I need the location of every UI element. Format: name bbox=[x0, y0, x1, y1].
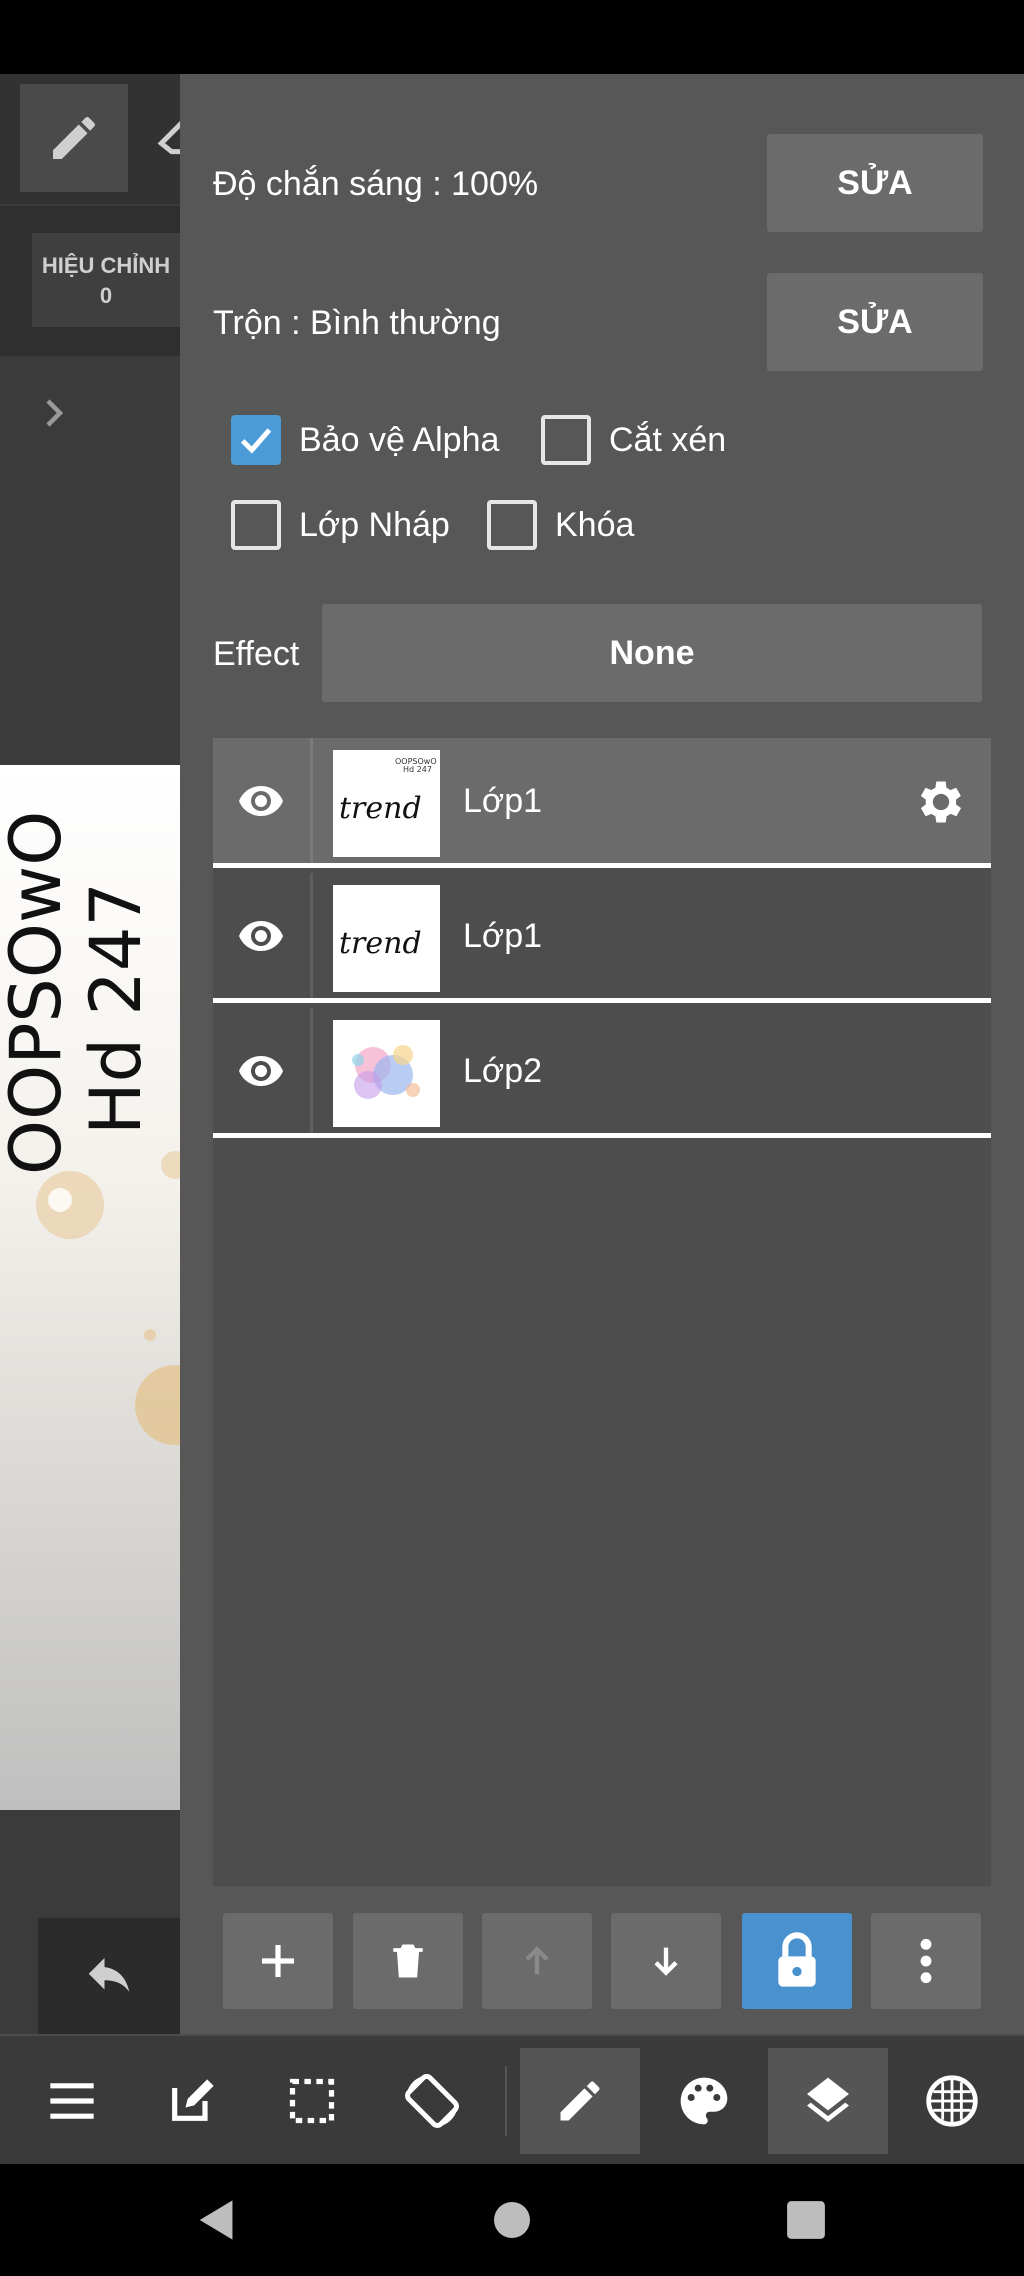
recents-icon bbox=[787, 2201, 825, 2239]
lock-icon bbox=[778, 1932, 816, 1987]
home-icon bbox=[494, 2202, 530, 2238]
gear-icon[interactable] bbox=[913, 774, 969, 835]
layer-thumbnail bbox=[333, 1020, 440, 1127]
trash-icon bbox=[393, 1944, 423, 1978]
svg-text:Hd 247: Hd 247 bbox=[75, 882, 157, 1135]
layer-row[interactable]: OOPSOwO Hd 247 trend Lớp1 bbox=[213, 738, 991, 868]
layer-row[interactable]: Lớp2 bbox=[213, 1008, 991, 1138]
layer-name: Lớp1 bbox=[463, 782, 543, 820]
canvas-preview: OOPSOwO Hd 247 bbox=[0, 765, 180, 1810]
layers-icon bbox=[807, 2077, 849, 2122]
more-options-button[interactable] bbox=[871, 1913, 981, 2009]
checkbox-unchecked[interactable] bbox=[541, 415, 591, 465]
visibility-eye-icon[interactable] bbox=[237, 780, 285, 825]
status-bar bbox=[0, 0, 1024, 74]
bottom-toolbar bbox=[0, 2034, 1024, 2164]
move-layer-up-button[interactable] bbox=[482, 1913, 592, 2009]
check-icon bbox=[240, 428, 272, 454]
row-divider bbox=[310, 873, 313, 998]
layer-thumbnail: trend bbox=[333, 885, 440, 992]
add-icon bbox=[262, 1945, 294, 1977]
adjust-label: HIỆU CHỈNH bbox=[41, 253, 171, 278]
delete-layer-button[interactable] bbox=[353, 1913, 463, 2009]
adjust-button[interactable]: HIỆU CHỈNH 0 bbox=[32, 233, 180, 327]
checkbox-lock[interactable]: Khóa bbox=[487, 500, 634, 550]
checkbox-clipping[interactable]: Cắt xén bbox=[541, 415, 726, 465]
undo-icon bbox=[88, 1958, 130, 1992]
more-icon bbox=[920, 1938, 932, 1984]
pen-tool-button[interactable] bbox=[20, 84, 128, 192]
pencil-icon bbox=[53, 116, 96, 159]
checkbox-draft-layer[interactable]: Lớp Nháp bbox=[231, 500, 450, 550]
lock-layer-button[interactable] bbox=[742, 1913, 852, 2009]
layer-name: Lớp2 bbox=[463, 1052, 543, 1090]
checkbox-label: Khóa bbox=[555, 505, 635, 544]
svg-text:OOPSOwO: OOPSOwO bbox=[0, 811, 77, 1175]
effect-select-button[interactable]: None bbox=[322, 604, 982, 702]
palette-icon bbox=[680, 2077, 728, 2125]
checkbox-alpha-protect[interactable]: Bảo vệ Alpha bbox=[231, 415, 499, 465]
menu-button[interactable] bbox=[12, 2048, 132, 2154]
brush-icon bbox=[560, 2081, 600, 2121]
rotate-button[interactable] bbox=[372, 2048, 492, 2154]
layers-button[interactable] bbox=[768, 2048, 888, 2154]
move-up-icon bbox=[525, 1946, 549, 1975]
checkbox-unchecked[interactable] bbox=[487, 500, 537, 550]
blend-mode-label: Trộn : Bình thường bbox=[213, 304, 501, 342]
checkbox-unchecked[interactable] bbox=[231, 500, 281, 550]
adjust-value: 0 bbox=[99, 283, 113, 308]
toolbar-separator bbox=[505, 2066, 507, 2136]
home-button[interactable] bbox=[442, 2164, 582, 2276]
expand-icon[interactable] bbox=[36, 392, 72, 439]
selection-button[interactable] bbox=[252, 2048, 372, 2154]
grid-button[interactable] bbox=[892, 2048, 1012, 2154]
system-nav-bar bbox=[0, 2164, 1024, 2276]
svg-text:trend: trend bbox=[339, 926, 422, 961]
move-layer-down-button[interactable] bbox=[611, 1913, 721, 2009]
layer-row[interactable]: trend Lớp1 bbox=[213, 873, 991, 1003]
recents-button[interactable] bbox=[736, 2164, 876, 2276]
visibility-eye-icon[interactable] bbox=[237, 1050, 285, 1095]
eraser-icon bbox=[157, 121, 180, 155]
selection-icon bbox=[289, 2078, 335, 2124]
move-down-icon bbox=[654, 1947, 678, 1976]
checkbox-label: Bảo vệ Alpha bbox=[299, 420, 500, 459]
canvas-text: OOPSOwO Hd 247 bbox=[0, 811, 157, 1175]
layer-thumbnail: OOPSOwO Hd 247 trend bbox=[333, 750, 440, 857]
visibility-eye-icon[interactable] bbox=[237, 915, 285, 960]
opacity-label: Độ chắn sáng : 100% bbox=[213, 165, 539, 203]
row-divider bbox=[310, 1008, 313, 1133]
undo-button[interactable] bbox=[38, 1918, 180, 2034]
layer-list: OOPSOwO Hd 247 trend Lớp1 trend Lớp1 Lớp… bbox=[213, 738, 991, 1886]
brush-button[interactable] bbox=[520, 2048, 640, 2154]
svg-text:trend: trend bbox=[339, 791, 422, 826]
svg-text:Hd 247: Hd 247 bbox=[403, 765, 432, 774]
eraser-tool-button[interactable] bbox=[150, 110, 180, 160]
layer-name: Lớp1 bbox=[463, 917, 543, 955]
add-layer-button[interactable] bbox=[223, 1913, 333, 2009]
back-button[interactable] bbox=[145, 2164, 285, 2276]
back-icon bbox=[199, 2200, 233, 2240]
grid-icon bbox=[926, 2075, 978, 2127]
checkbox-label: Cắt xén bbox=[609, 420, 727, 459]
row-divider bbox=[310, 738, 313, 863]
opacity-edit-button[interactable]: SỬA bbox=[767, 134, 983, 232]
checkbox-checked[interactable] bbox=[231, 415, 281, 465]
blend-edit-button[interactable]: SỬA bbox=[767, 273, 983, 371]
edit-button[interactable] bbox=[132, 2048, 252, 2154]
palette-button[interactable] bbox=[644, 2048, 764, 2154]
rotate-icon bbox=[405, 2074, 459, 2128]
canvas-artwork: OOPSOwO Hd 247 bbox=[0, 811, 180, 1445]
checkbox-label: Lớp Nháp bbox=[299, 505, 450, 544]
menu-icon bbox=[50, 2083, 94, 2119]
effect-label: Effect bbox=[213, 635, 300, 673]
edit-note-icon bbox=[172, 2079, 214, 2121]
